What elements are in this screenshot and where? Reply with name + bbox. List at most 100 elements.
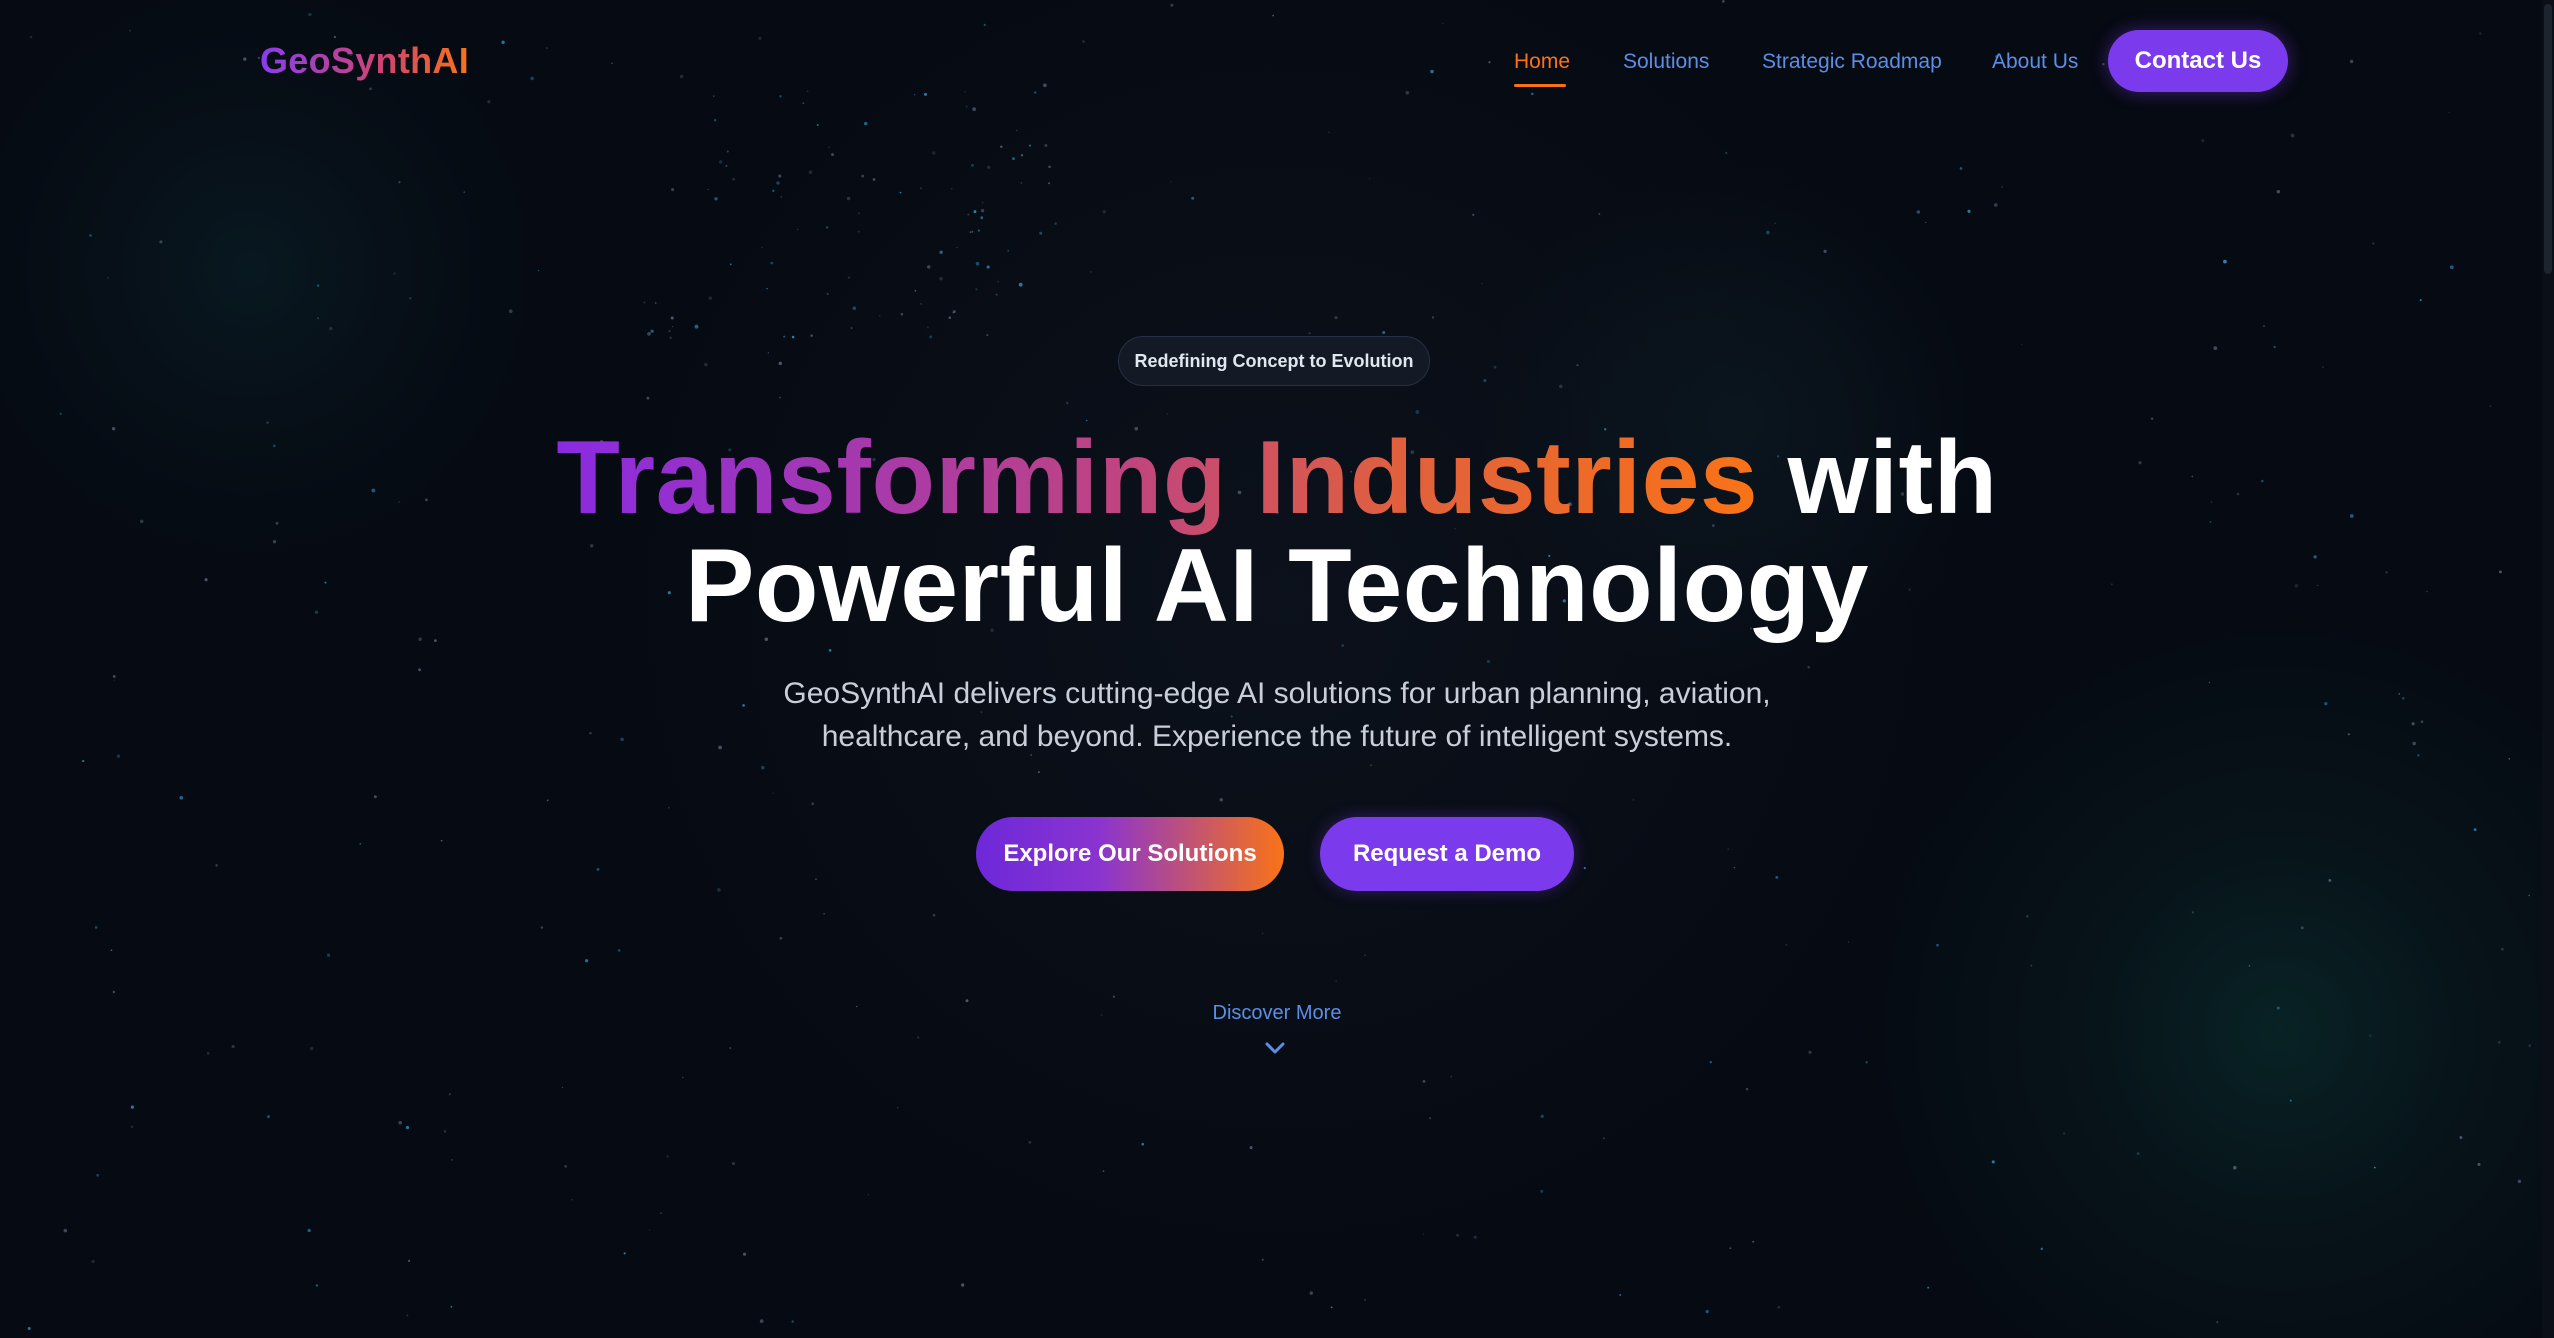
star-dot: [63, 1228, 68, 1233]
star-dot: [847, 276, 851, 279]
star-dot: [373, 795, 377, 799]
star-dot: [932, 151, 936, 155]
star-dot: [94, 926, 98, 929]
nav-item-solutions[interactable]: Solutions: [1623, 50, 1709, 74]
star-dot: [1102, 1170, 1105, 1172]
star-dot: [914, 289, 917, 292]
star-dot: [899, 191, 902, 194]
star-dot: [973, 210, 977, 214]
star-dot: [2290, 133, 2295, 138]
star-dot: [2233, 1165, 2237, 1170]
star-dot: [731, 1162, 736, 1166]
star-dot: [2449, 265, 2454, 270]
star-dot: [761, 766, 765, 770]
contact-us-button[interactable]: Contact Us: [2108, 30, 2288, 92]
star-dot: [2300, 926, 2304, 930]
nav-item-home[interactable]: Home: [1514, 50, 1570, 74]
request-demo-button[interactable]: Request a Demo: [1320, 817, 1574, 891]
star-dot: [823, 912, 825, 915]
logo[interactable]: GeoSynthAI: [260, 40, 469, 82]
star-dot: [1847, 941, 1850, 943]
star-dot: [1308, 332, 1311, 335]
star-dot: [826, 292, 829, 295]
star-dot: [986, 333, 989, 337]
star-dot: [1431, 316, 1435, 319]
star-dot: [828, 649, 832, 652]
star-dot: [2248, 965, 2251, 967]
star-dot: [780, 196, 782, 198]
star-dot: [825, 226, 829, 229]
star-dot: [975, 288, 978, 291]
star-dot: [27, 1326, 31, 1331]
star-dot: [1745, 1087, 1749, 1091]
star-dot: [267, 1115, 270, 1118]
star-dot: [791, 1320, 794, 1323]
star-dot: [2001, 185, 2004, 188]
star-dot: [846, 196, 851, 201]
star-dot: [971, 230, 974, 233]
star-dot: [1540, 1114, 1544, 1118]
star-dot: [759, 1319, 764, 1323]
star-dot: [406, 1314, 409, 1317]
star-dot: [329, 326, 333, 331]
star-dot: [726, 150, 729, 153]
star-dot: [1603, 1137, 1605, 1140]
star-dot: [1967, 209, 1971, 213]
star-dot: [2263, 325, 2265, 328]
star-dot: [231, 1044, 235, 1049]
hero-subtitle: GeoSynthAI delivers cutting-edge AI solu…: [0, 672, 2554, 758]
star-dot: [646, 396, 650, 400]
star-dot: [650, 329, 654, 333]
star-dot: [2026, 915, 2029, 918]
star-dot: [648, 1229, 651, 1231]
star-dot: [729, 263, 732, 266]
star-dot: [987, 165, 991, 169]
star-dot: [2276, 190, 2280, 194]
star-dot: [797, 228, 799, 231]
star-dot: [1727, 848, 1729, 850]
star-dot: [776, 181, 780, 185]
star-dot: [1422, 1080, 1426, 1083]
star-dot: [1261, 932, 1264, 935]
star-dot: [1309, 1291, 1314, 1295]
star-dot: [2213, 346, 2218, 350]
star-dot: [919, 187, 923, 190]
star-dot: [1729, 1247, 1732, 1250]
star-dot: [779, 936, 783, 940]
scrollbar-track[interactable]: [2542, 0, 2554, 1338]
star-dot: [783, 335, 786, 338]
star-dot: [2150, 417, 2154, 420]
star-dot: [316, 284, 320, 287]
star-dot: [1473, 1235, 1477, 1239]
star-dot: [1486, 659, 1491, 664]
star-dot: [671, 325, 674, 328]
star-dot: [1752, 1240, 1755, 1243]
star-dot: [951, 188, 953, 190]
star-dot: [708, 296, 712, 300]
star-dot: [761, 246, 764, 249]
star-dot: [669, 336, 672, 340]
explore-solutions-button[interactable]: Explore Our Solutions: [976, 817, 1284, 891]
star-dot: [2473, 828, 2477, 832]
star-dot: [927, 265, 931, 269]
star-dot: [671, 188, 675, 192]
star-dot: [1632, 799, 1635, 801]
star-dot: [359, 842, 362, 845]
star-dot: [463, 191, 466, 193]
star-dot: [1807, 665, 1810, 669]
star-dot: [1191, 196, 1195, 200]
discover-more-link[interactable]: Discover More: [0, 1002, 2554, 1025]
star-dot: [1481, 282, 1483, 285]
chevron-down-icon[interactable]: [1264, 1040, 1286, 1056]
star-dot: [2289, 1099, 2292, 1102]
star-dot: [1335, 980, 1337, 982]
nav-item-strategic-roadmap[interactable]: Strategic Roadmap: [1762, 50, 1942, 74]
star-dot: [1020, 181, 1023, 184]
nav-item-about-us[interactable]: About Us: [1992, 50, 2078, 74]
star-dot: [537, 269, 540, 272]
star-dot: [725, 164, 728, 167]
star-dot: [1456, 1233, 1460, 1237]
star-dot: [980, 209, 985, 213]
star-dot: [767, 352, 770, 354]
star-dot: [1000, 145, 1003, 149]
